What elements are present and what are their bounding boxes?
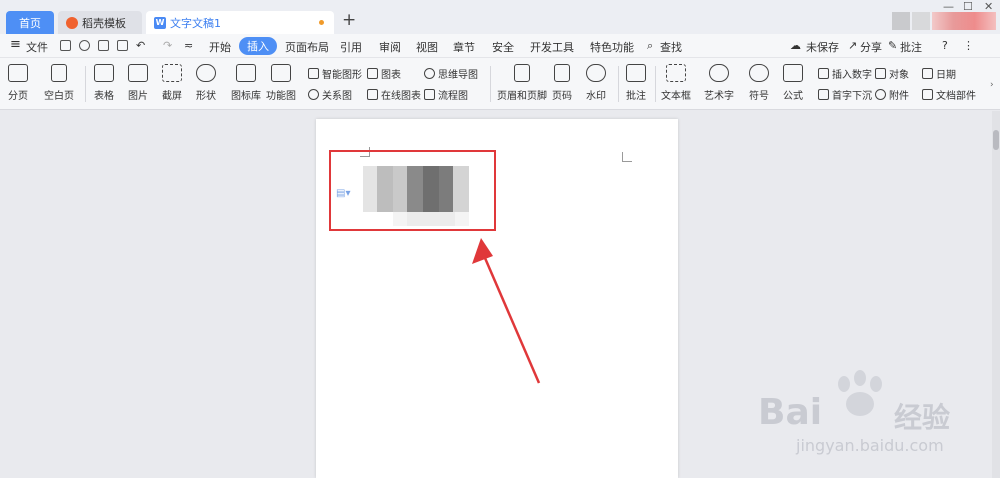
watermark-brand-cn: 经验	[894, 401, 951, 434]
paw-logo-icon	[838, 370, 882, 416]
watermark-brand: Bai	[758, 392, 823, 433]
baidu-jingyan-watermark: Bai 经验 jingyan.baidu.com	[758, 370, 988, 460]
watermark-url: jingyan.baidu.com	[796, 436, 944, 455]
